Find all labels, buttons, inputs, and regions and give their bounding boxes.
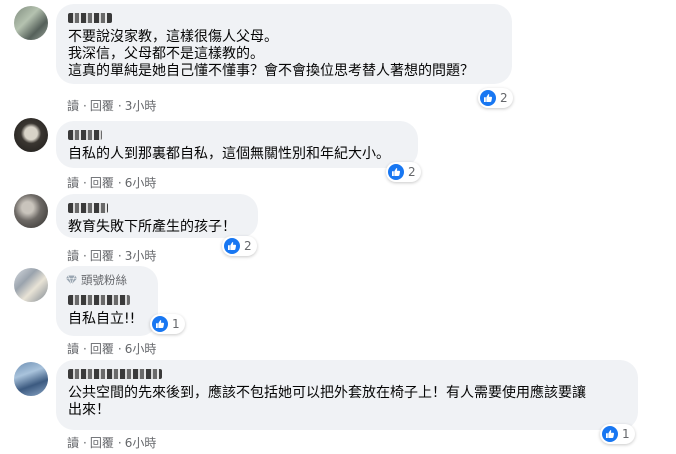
- reply-link[interactable]: 回覆: [90, 436, 114, 450]
- comment-text: 不要說沒家教，這樣很傷人父母。 我深信，父母都不是這樣教的。 這真的單純是她自己…: [56, 23, 512, 80]
- reaction-count[interactable]: 1: [600, 424, 635, 444]
- comment-bubble: 頭號粉絲 自私自立!!: [56, 266, 158, 336]
- comment-actions: 讀 · 回覆 · 6小時: [67, 176, 157, 190]
- like-icon: [480, 90, 496, 106]
- avatar[interactable]: [14, 194, 48, 228]
- comment-line: 公共空間的先來後到，應該不包括她可以把外套放在椅子上！有人需要使用應該要讓: [68, 385, 586, 401]
- timestamp[interactable]: 6小時: [125, 176, 157, 190]
- comment-text: 公共空間的先來後到，應該不包括她可以把外套放在椅子上！有人需要使用應該要讓 出來…: [56, 379, 638, 419]
- reaction-number: 2: [244, 239, 252, 253]
- comment-actions: 讀 · 回覆 · 6小時: [67, 436, 157, 450]
- badge-label: 頭號粉絲: [81, 273, 127, 287]
- avatar[interactable]: [14, 268, 48, 302]
- read-link[interactable]: 讀: [67, 249, 79, 263]
- comment-line: 這真的單純是她自己懂不懂事？會不會換位思考替人著想的問題？: [68, 63, 474, 79]
- top-fan-badge[interactable]: 頭號粉絲: [66, 272, 158, 288]
- comment-line: 自私自立!!: [68, 311, 136, 327]
- commenter-name[interactable]: [68, 13, 112, 23]
- timestamp[interactable]: 3小時: [125, 99, 157, 113]
- avatar[interactable]: [14, 362, 48, 396]
- comment-text: 教育失敗下所產生的孩子！: [56, 213, 258, 236]
- reaction-count[interactable]: 2: [478, 88, 513, 108]
- comment-bubble: 教育失敗下所產生的孩子！: [56, 194, 258, 238]
- comment-line: 我深信，父母都不是這樣教的。: [68, 46, 264, 62]
- reaction-count[interactable]: 1: [150, 314, 185, 334]
- reaction-number: 2: [500, 91, 508, 105]
- commenter-name[interactable]: [68, 130, 102, 140]
- read-link[interactable]: 讀: [67, 176, 79, 190]
- comment-line: 教育失敗下所產生的孩子！: [68, 219, 236, 235]
- commenter-name[interactable]: [68, 295, 130, 305]
- reaction-number: 1: [172, 317, 180, 331]
- read-link[interactable]: 讀: [67, 99, 79, 113]
- like-icon: [224, 238, 240, 254]
- reply-link[interactable]: 回覆: [90, 342, 114, 356]
- comment-line: 自私的人到那裏都自私，這個無關性別和年紀大小。: [68, 146, 390, 162]
- reply-link[interactable]: 回覆: [90, 249, 114, 263]
- comment-text: 自私自立!!: [56, 305, 158, 328]
- commenter-name[interactable]: [68, 203, 108, 213]
- reply-link[interactable]: 回覆: [90, 176, 114, 190]
- avatar[interactable]: [14, 118, 48, 152]
- top-fan-gem-icon: [66, 275, 77, 285]
- comment-line: 不要說沒家教，這樣很傷人父母。: [68, 29, 278, 45]
- reaction-number: 2: [408, 165, 416, 179]
- comment-text: 自私的人到那裏都自私，這個無關性別和年紀大小。: [56, 140, 418, 163]
- comment-line: 出來！: [68, 402, 110, 418]
- comment-bubble: 自私的人到那裏都自私，這個無關性別和年紀大小。: [56, 121, 418, 168]
- reaction-number: 1: [622, 427, 630, 441]
- like-icon: [602, 426, 618, 442]
- comment-bubble: 不要說沒家教，這樣很傷人父母。 我深信，父母都不是這樣教的。 這真的單純是她自己…: [56, 4, 512, 84]
- avatar[interactable]: [14, 6, 48, 40]
- reaction-count[interactable]: 2: [386, 162, 421, 182]
- timestamp[interactable]: 6小時: [125, 342, 157, 356]
- reaction-count[interactable]: 2: [222, 236, 257, 256]
- like-icon: [152, 316, 168, 332]
- read-link[interactable]: 讀: [67, 342, 79, 356]
- reply-link[interactable]: 回覆: [90, 99, 114, 113]
- timestamp[interactable]: 3小時: [125, 249, 157, 263]
- comment-actions: 讀 · 回覆 · 6小時: [67, 342, 157, 356]
- like-icon: [388, 164, 404, 180]
- commenter-name[interactable]: [68, 369, 162, 379]
- timestamp[interactable]: 6小時: [125, 436, 157, 450]
- read-link[interactable]: 讀: [67, 436, 79, 450]
- comment-bubble: 公共空間的先來後到，應該不包括她可以把外套放在椅子上！有人需要使用應該要讓 出來…: [56, 360, 638, 430]
- comment-actions: 讀 · 回覆 · 3小時: [67, 99, 157, 113]
- comment-actions: 讀 · 回覆 · 3小時: [67, 249, 157, 263]
